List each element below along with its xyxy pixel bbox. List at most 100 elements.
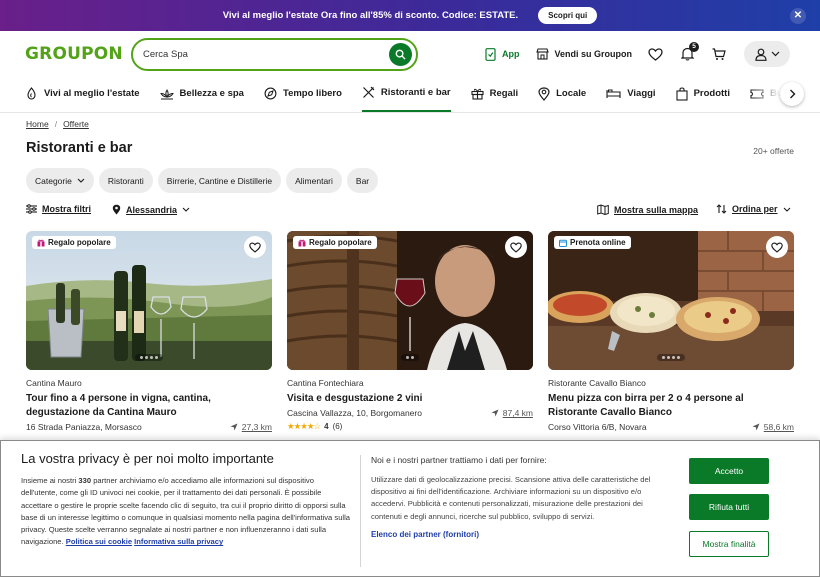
heart-icon bbox=[510, 242, 522, 253]
deal-location: Cascina Vallazza, 10, Borgomanero 87,4 k… bbox=[287, 408, 533, 418]
search-input-value: Cerca Spa bbox=[143, 49, 188, 60]
favorite-button[interactable] bbox=[766, 236, 788, 258]
sort-icon bbox=[716, 204, 727, 214]
deal-merchant: Cantina Fontechiara bbox=[287, 378, 364, 388]
breadcrumb-home-link[interactable]: Home bbox=[26, 119, 49, 129]
deal-card[interactable]: Prenota online Ristorante Cavallo Bianco… bbox=[548, 231, 794, 432]
account-menu-button[interactable] bbox=[744, 41, 791, 67]
wine-tasting-image bbox=[287, 231, 533, 370]
deal-distance: 58,6 km bbox=[752, 422, 794, 432]
partners-list-link[interactable]: Elenco dei partner (fornitori) bbox=[371, 530, 671, 539]
category-label: Locale bbox=[556, 88, 587, 99]
user-icon bbox=[754, 48, 767, 61]
sell-link[interactable]: Vendi su Groupon bbox=[535, 48, 632, 60]
category-scroll-next-button[interactable] bbox=[780, 82, 804, 106]
accept-button[interactable]: Accetto bbox=[689, 458, 769, 484]
carousel-dots bbox=[401, 354, 419, 361]
search-input[interactable]: Cerca Spa bbox=[131, 38, 418, 71]
offer-count: 20+ offerte bbox=[753, 146, 794, 156]
favorite-button[interactable] bbox=[505, 236, 527, 258]
wishlist-button[interactable] bbox=[648, 47, 663, 61]
location-selector[interactable]: Alessandria bbox=[112, 204, 190, 215]
navigation-arrow-icon bbox=[491, 409, 499, 417]
gift-icon bbox=[37, 239, 45, 246]
deal-card[interactable]: Regalo popolare Cantina Mauro Tour fino … bbox=[26, 231, 272, 432]
header-actions: App Vendi su Groupon 5 bbox=[485, 31, 791, 77]
category-summer[interactable]: Vivi al meglio l'estate bbox=[25, 77, 140, 112]
category-label: Prodotti bbox=[693, 88, 730, 99]
chevron-down-icon bbox=[771, 51, 779, 57]
privacy-body: Insieme ai nostri 330 partner archiviamo… bbox=[21, 475, 351, 549]
privacy-purposes: Noi e i nostri partner trattiamo i dati … bbox=[371, 455, 671, 539]
promo-cta-button[interactable]: Scopri qui bbox=[538, 7, 598, 24]
category-gifts[interactable]: Regali bbox=[471, 77, 518, 112]
sun-icon bbox=[27, 87, 36, 100]
pin-icon bbox=[538, 86, 550, 101]
privacy-body-text: Insieme ai nostri bbox=[21, 476, 79, 485]
category-nav-fade bbox=[750, 77, 780, 112]
category-label: Bellezza e spa bbox=[179, 88, 244, 99]
chip-bar[interactable]: Bar bbox=[346, 168, 379, 193]
results-toolbar: Mostra filtri Alessandria Mostra sulla m… bbox=[26, 204, 794, 220]
groupon-logo[interactable]: GROUPON bbox=[25, 44, 123, 64]
show-filters-label: Mostra filtri bbox=[42, 204, 92, 214]
deal-image[interactable]: Regalo popolare bbox=[287, 231, 533, 370]
partner-count: 330 bbox=[78, 476, 92, 485]
deal-badge-label: Regalo popolare bbox=[48, 238, 111, 247]
category-products[interactable]: Prodotti bbox=[676, 77, 730, 112]
deal-rating: ★★★★☆ 4 (6) bbox=[287, 421, 533, 432]
notification-count-badge: 5 bbox=[689, 42, 700, 52]
category-beauty[interactable]: Bellezza e spa bbox=[159, 77, 244, 112]
chip-breweries[interactable]: Birrerie, Cantine e Distillerie bbox=[157, 168, 282, 193]
show-map-label: Mostra sulla mappa bbox=[614, 204, 699, 215]
show-purposes-button[interactable]: Mostra finalità bbox=[689, 531, 769, 557]
privacy-consent-banner: La vostra privacy è per noi molto import… bbox=[0, 440, 820, 577]
privacy-divider bbox=[360, 455, 361, 567]
search-button[interactable] bbox=[389, 43, 412, 66]
favorite-button[interactable] bbox=[244, 236, 266, 258]
heart-icon bbox=[648, 47, 663, 61]
deal-title[interactable]: Menu pizza con birra per 2 o 4 persone a… bbox=[548, 392, 794, 420]
category-local[interactable]: Locale bbox=[538, 77, 586, 112]
deal-distance: 27,3 km bbox=[230, 422, 272, 432]
sort-dropdown[interactable]: Ordina per bbox=[716, 204, 791, 214]
bag-icon bbox=[676, 86, 688, 101]
chip-food[interactable]: Alimentari bbox=[286, 168, 342, 193]
app-label: App bbox=[502, 49, 520, 59]
breadcrumb-current-link[interactable]: Offerte bbox=[63, 119, 89, 129]
cookie-policy-link[interactable]: Politica sui cookie bbox=[66, 537, 132, 546]
deal-image[interactable]: Prenota online bbox=[548, 231, 794, 370]
deal-badge: Prenota online bbox=[554, 236, 631, 249]
deal-title[interactable]: Visita e desgustazione 2 vini bbox=[287, 392, 533, 406]
deal-image[interactable]: Regalo popolare bbox=[26, 231, 272, 370]
deal-address: Cascina Vallazza, 10, Borgomanero bbox=[287, 408, 422, 418]
show-map-button[interactable]: Mostra sulla mappa bbox=[597, 204, 698, 215]
category-leisure[interactable]: Tempo libero bbox=[264, 77, 342, 112]
category-label: Vivi al meglio l'estate bbox=[44, 88, 140, 99]
chip-categories[interactable]: Categorie bbox=[26, 168, 94, 193]
deal-title[interactable]: Tour fino a 4 persone in vigna, cantina,… bbox=[26, 392, 272, 420]
deal-location: Corso Vittoria 6/B, Novara 58,6 km bbox=[548, 422, 794, 432]
deal-badge: Regalo popolare bbox=[293, 236, 377, 249]
show-filters-button[interactable]: Mostra filtri bbox=[26, 204, 91, 214]
deal-card[interactable]: Regalo popolare Cantina Fontechiara Visi… bbox=[287, 231, 533, 432]
chip-restaurants[interactable]: Ristoranti bbox=[98, 168, 153, 193]
close-icon[interactable]: ✕ bbox=[790, 8, 806, 24]
navigation-arrow-icon bbox=[230, 423, 238, 431]
deal-distance: 87,4 km bbox=[491, 408, 533, 418]
page-title: Ristoranti e bar bbox=[26, 140, 133, 156]
map-icon bbox=[597, 204, 609, 215]
promo-text: Vivi al meglio l'estate Ora fino all'85%… bbox=[222, 10, 519, 21]
bed-icon bbox=[606, 89, 621, 98]
privacy-policy-link[interactable]: Informativa sulla privacy bbox=[134, 537, 223, 546]
notifications-button[interactable]: 5 bbox=[681, 42, 700, 61]
app-link[interactable]: App bbox=[485, 47, 520, 61]
cart-button[interactable] bbox=[712, 47, 726, 61]
carousel-dots bbox=[135, 354, 163, 361]
promo-banner: Vivi al meglio l'estate Ora fino all'85%… bbox=[0, 0, 820, 31]
category-travel[interactable]: Viaggi bbox=[606, 77, 656, 112]
reject-all-button[interactable]: Rifiuta tutti bbox=[689, 494, 769, 520]
category-restaurants[interactable]: Ristoranti e bar bbox=[361, 77, 451, 112]
chevron-down-icon bbox=[182, 207, 190, 212]
compass-icon bbox=[264, 87, 277, 100]
